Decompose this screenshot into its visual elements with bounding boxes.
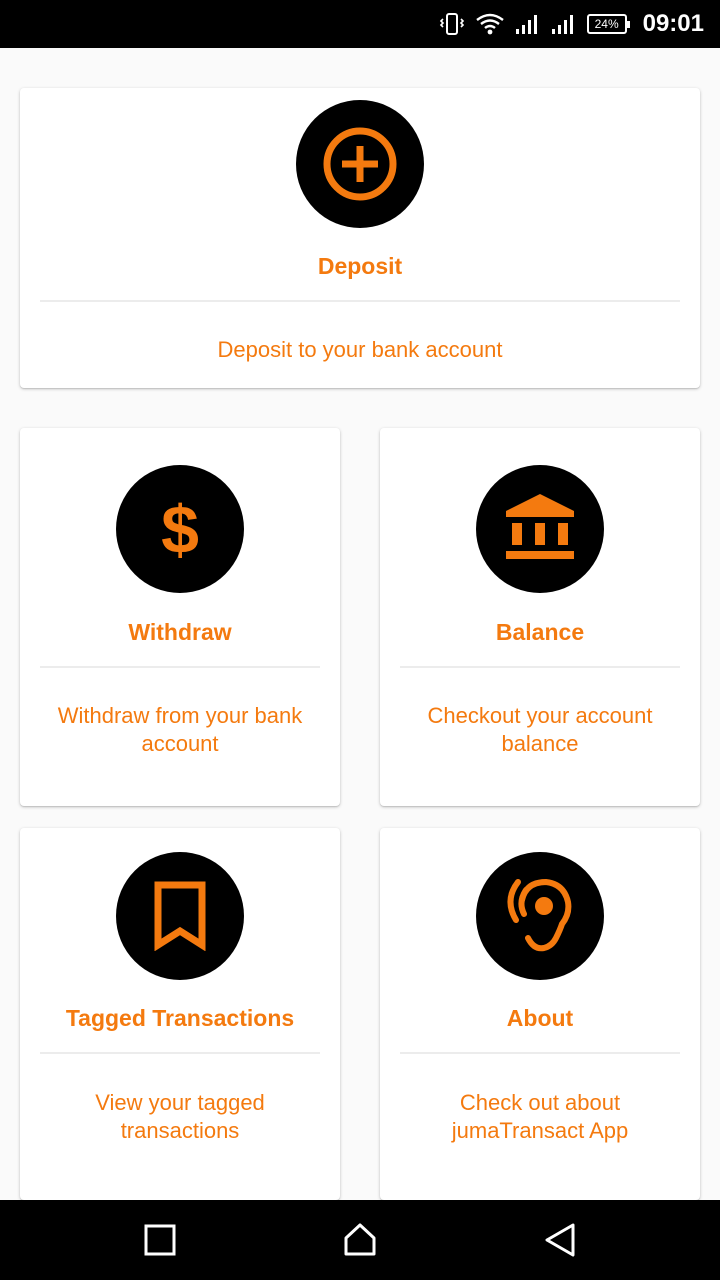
divider (400, 1052, 680, 1054)
deposit-icon-circle (296, 100, 424, 228)
recent-apps-button[interactable] (100, 1200, 220, 1280)
about-icon-circle (476, 852, 604, 980)
tagged-transactions-card[interactable]: Tagged Transactions View your tagged tra… (20, 828, 340, 1200)
tagged-title: Tagged Transactions (65, 1005, 295, 1031)
status-bar: 24% 09:01 (0, 0, 720, 48)
balance-title: Balance (495, 619, 585, 645)
withdraw-card[interactable]: $ Withdraw Withdraw from your bank accou… (20, 428, 340, 806)
home-button[interactable] (300, 1200, 420, 1280)
signal-1-icon (515, 15, 537, 34)
about-title: About (506, 1005, 574, 1031)
back-icon (545, 1223, 575, 1257)
dashboard: Deposit Deposit to your bank account $ W… (0, 48, 720, 1200)
navigation-bar (0, 1200, 720, 1280)
signal-2-icon (551, 15, 573, 34)
plus-circle-icon (323, 127, 397, 201)
balance-card[interactable]: Balance Checkout your account balance (380, 428, 700, 806)
balance-icon-circle (476, 465, 604, 593)
tagged-description: View your tagged transactions (95, 1090, 265, 1143)
back-button[interactable] (500, 1200, 620, 1280)
recent-apps-icon (144, 1224, 176, 1256)
deposit-card[interactable]: Deposit Deposit to your bank account (20, 88, 700, 388)
deposit-description: Deposit to your bank account (217, 337, 503, 362)
withdraw-icon-circle: $ (116, 465, 244, 593)
bank-icon (506, 494, 574, 559)
status-icons: 24% 09:01 (439, 0, 704, 48)
clock: 09:01 (642, 10, 704, 37)
divider (40, 300, 680, 302)
dollar-icon: $ (161, 492, 199, 568)
about-card[interactable]: About Check out about jumaTransact App (380, 828, 700, 1200)
bookmark-icon (154, 881, 206, 951)
vibrate-icon (439, 13, 464, 35)
deposit-title: Deposit (317, 253, 403, 279)
home-icon (344, 1223, 376, 1256)
divider (40, 1052, 320, 1054)
balance-description: Checkout your account balance (427, 703, 653, 756)
battery-indicator: 24% (586, 14, 630, 34)
wifi-icon (475, 13, 504, 35)
svg-text:$: $ (161, 492, 199, 568)
tagged-icon-circle (116, 852, 244, 980)
withdraw-title: Withdraw (128, 619, 232, 645)
divider (400, 666, 680, 668)
divider (40, 666, 320, 668)
hearing-icon (507, 878, 572, 952)
about-description: Check out about jumaTransact App (451, 1090, 629, 1143)
withdraw-description: Withdraw from your bank account (57, 703, 303, 756)
